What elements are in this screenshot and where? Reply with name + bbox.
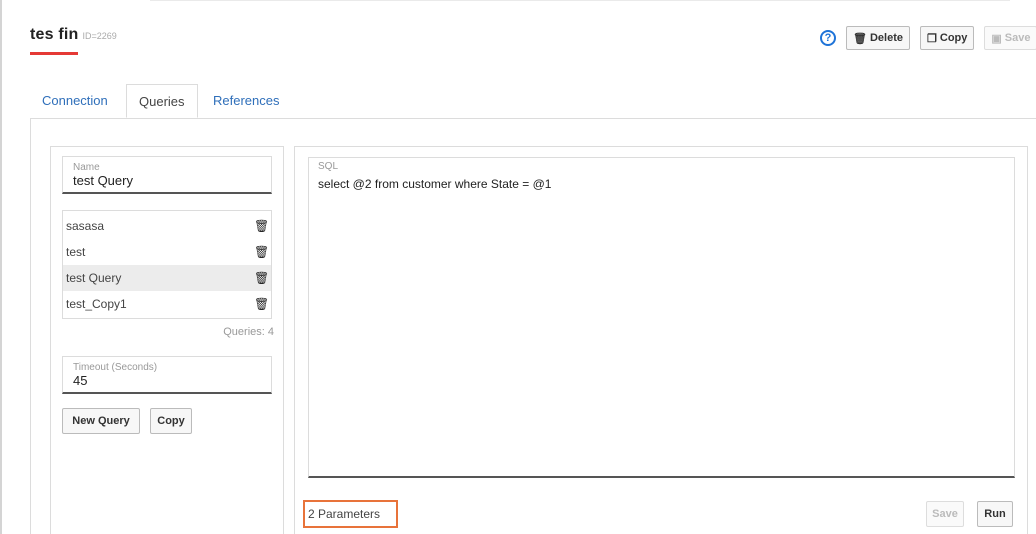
sql-editor[interactable]: SQL select @2 from customer where State … [308, 157, 1015, 478]
title-underline [30, 52, 78, 55]
top-divider [150, 0, 1010, 1]
help-circle-icon[interactable]: ? [820, 30, 836, 46]
list-item-label: test [66, 245, 86, 259]
run-query-button[interactable]: Run [977, 501, 1013, 527]
sql-label: SQL [318, 161, 339, 172]
copy-button-label: Copy [939, 32, 968, 44]
delete-button-label: Delete [869, 32, 903, 44]
help-glyph: ? [824, 32, 832, 44]
header-toolbar: ? 🗑 Delete ❐ Copy ▣ Save [820, 26, 1036, 50]
window-left-border [0, 0, 2, 534]
tab-queries[interactable]: Queries [126, 84, 198, 118]
floppy-disk-icon: ▣ [991, 32, 1002, 45]
copy-button[interactable]: ❐ Copy [920, 26, 975, 50]
name-field[interactable]: Name test Query [62, 156, 272, 194]
queries-sidebar [50, 146, 284, 534]
record-id: ID=2269 [82, 31, 117, 41]
trash-icon[interactable]: 🗑 [254, 219, 269, 233]
save-query-button[interactable]: Save [926, 501, 964, 527]
list-item[interactable]: test Query 🗑 [63, 265, 271, 291]
list-item[interactable]: test_Copy1 🗑 [63, 291, 271, 317]
tab-references[interactable]: References [201, 84, 291, 118]
timeout-field-label: Timeout (Seconds) [73, 362, 158, 373]
copy-query-button[interactable]: Copy [150, 408, 192, 434]
trash-icon[interactable]: 🗑 [254, 245, 269, 259]
list-item-label: test Query [66, 271, 122, 285]
timeout-field-value: 45 [73, 373, 88, 388]
save-button[interactable]: ▣ Save [984, 26, 1036, 50]
list-item-label: test_Copy1 [66, 297, 127, 311]
delete-button[interactable]: 🗑 Delete [846, 26, 910, 50]
queries-count: Queries: 4 [223, 326, 274, 338]
page-header: tes fin ID=2269 [30, 26, 117, 55]
sql-text: select @2 from customer where State = @1 [318, 177, 552, 191]
copy-icon: ❐ [927, 32, 937, 45]
tab-connection[interactable]: Connection [30, 84, 120, 118]
trash-icon: 🗑 [853, 32, 867, 45]
trash-icon[interactable]: 🗑 [254, 297, 269, 311]
queries-list: sasasa 🗑 test 🗑 test Query 🗑 test_Copy1 … [62, 210, 272, 319]
list-item[interactable]: sasasa 🗑 [63, 213, 271, 239]
list-item-label: sasasa [66, 219, 105, 233]
new-query-button[interactable]: New Query [62, 408, 140, 434]
tab-bar: Connection Queries References [30, 84, 1036, 119]
timeout-field[interactable]: Timeout (Seconds) 45 [62, 356, 272, 394]
name-field-label: Name [73, 162, 100, 173]
trash-icon[interactable]: 🗑 [254, 271, 269, 285]
save-button-label: Save [1004, 32, 1031, 44]
name-field-value: test Query [73, 173, 133, 188]
list-item[interactable]: test 🗑 [63, 239, 271, 265]
page-title: tes fin [30, 26, 79, 43]
parameters-link[interactable]: 2 Parameters [303, 500, 398, 528]
